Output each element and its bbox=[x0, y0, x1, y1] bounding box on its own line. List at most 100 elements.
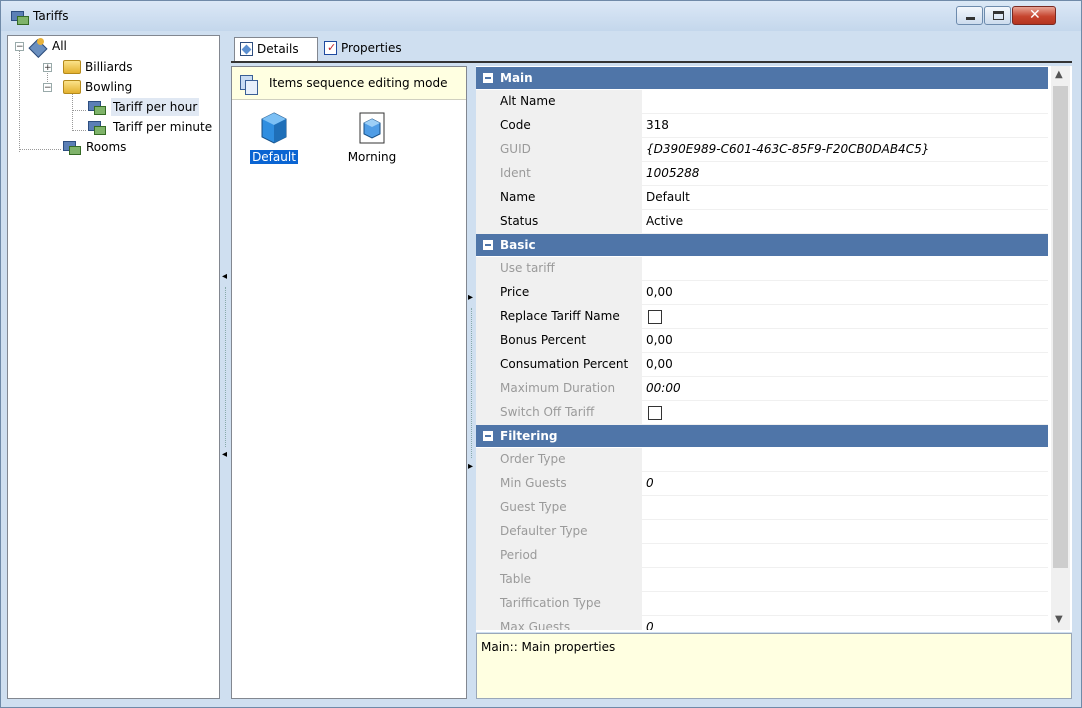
tree-item-all[interactable]: − All bbox=[8, 37, 208, 59]
property-name: Alt Name bbox=[476, 90, 642, 113]
property-value[interactable]: Default bbox=[646, 186, 690, 209]
collapse-icon[interactable] bbox=[483, 73, 493, 83]
item-default[interactable]: Default bbox=[239, 112, 309, 164]
property-name: Period bbox=[476, 544, 642, 567]
property-name: Maximum Duration bbox=[476, 377, 642, 400]
property-name: Table bbox=[476, 568, 642, 591]
property-value[interactable]: 318 bbox=[646, 114, 669, 137]
item-icon bbox=[261, 112, 287, 144]
collapse-right-icon[interactable]: ▸ bbox=[468, 461, 473, 472]
items-panel[interactable]: Items sequence editing mode Default Morn… bbox=[231, 66, 467, 699]
property-row[interactable]: Order Type bbox=[476, 448, 1048, 472]
minimize-button[interactable] bbox=[956, 6, 983, 25]
property-grid[interactable]: Main Alt Name Code 318 GUID {D390E989-C601… bbox=[476, 66, 1072, 632]
property-row[interactable]: Switch Off Tariff bbox=[476, 401, 1048, 425]
property-name: Max Guests bbox=[476, 616, 642, 630]
sequence-mode-bar[interactable]: Items sequence editing mode bbox=[232, 67, 466, 100]
close-button[interactable]: ✕ bbox=[1012, 6, 1056, 25]
property-row[interactable]: Status Active bbox=[476, 210, 1048, 234]
tariff-icon bbox=[88, 119, 106, 135]
property-name: Ident bbox=[476, 162, 642, 185]
property-name: Order Type bbox=[476, 448, 642, 471]
property-row[interactable]: Bonus Percent 0,00 bbox=[476, 329, 1048, 353]
property-row[interactable]: Use tariff bbox=[476, 257, 1048, 281]
item-morning[interactable]: Morning bbox=[337, 112, 407, 164]
title-bar[interactable]: Tariffs ✕ bbox=[1, 1, 1081, 31]
tab-divider bbox=[231, 61, 1072, 63]
tab-details[interactable]: Details bbox=[234, 37, 318, 61]
tree-item-billiards[interactable]: + Billiards bbox=[8, 58, 208, 76]
description-panel: Main:: Main properties bbox=[476, 633, 1072, 699]
property-value: 0 bbox=[646, 620, 654, 630]
property-row[interactable]: GUID {D390E989-C601-463C-85F9-F20CB0DAB4C… bbox=[476, 138, 1048, 162]
collapse-left-icon[interactable]: ◂ bbox=[222, 449, 227, 460]
property-row[interactable]: Defaulter Type bbox=[476, 520, 1048, 544]
scroll-up-icon[interactable]: ▲ bbox=[1055, 69, 1063, 80]
right-splitter[interactable]: ▸ ▸ bbox=[467, 66, 475, 699]
property-row[interactable]: Name Default bbox=[476, 186, 1048, 210]
property-row[interactable]: Price 0,00 bbox=[476, 281, 1048, 305]
scrollbar-thumb[interactable] bbox=[1053, 86, 1068, 568]
collapse-right-icon[interactable]: ▸ bbox=[468, 292, 473, 303]
property-name: Code bbox=[476, 114, 642, 137]
property-row[interactable]: Ident 1005288 bbox=[476, 162, 1048, 186]
property-value[interactable]: Active bbox=[646, 210, 683, 233]
property-value[interactable]: 0,00 bbox=[646, 353, 673, 376]
property-value[interactable]: 0,00 bbox=[646, 281, 673, 304]
properties-icon: ✓ bbox=[324, 41, 337, 55]
property-row[interactable]: Code 318 bbox=[476, 114, 1048, 138]
tariff-tree[interactable]: − All + Billiards − Bowling Tariff per h… bbox=[7, 35, 220, 699]
property-row[interactable]: Guest Type bbox=[476, 496, 1048, 520]
property-row[interactable]: Table bbox=[476, 568, 1048, 592]
property-value: 00:00 bbox=[646, 381, 681, 395]
category-main[interactable]: Main bbox=[476, 67, 1048, 89]
splitter-grip bbox=[225, 287, 226, 447]
tree-item-bowling[interactable]: − Bowling bbox=[8, 78, 208, 96]
tree-item-tariff-per-hour[interactable]: Tariff per hour bbox=[8, 98, 213, 116]
details-icon bbox=[240, 42, 253, 56]
left-splitter[interactable]: ◂ ◂ bbox=[221, 35, 230, 699]
property-value: 0 bbox=[646, 476, 654, 490]
category-label: Main bbox=[500, 71, 533, 85]
tariff-icon bbox=[63, 139, 81, 155]
sequence-mode-label: Items sequence editing mode bbox=[269, 76, 448, 90]
splitter-grip bbox=[471, 308, 472, 458]
expand-icon[interactable]: + bbox=[43, 63, 52, 73]
property-name: Consumation Percent bbox=[476, 353, 642, 376]
property-name: Switch Off Tariff bbox=[476, 401, 642, 424]
collapse-left-icon[interactable]: ◂ bbox=[222, 271, 227, 282]
property-name: Use tariff bbox=[476, 257, 642, 280]
tree-label: Tariff per minute bbox=[113, 120, 213, 134]
property-name: Guest Type bbox=[476, 496, 642, 519]
property-row[interactable]: Period bbox=[476, 544, 1048, 568]
property-row[interactable]: Tariffication Type bbox=[476, 592, 1048, 616]
collapse-icon[interactable] bbox=[483, 240, 493, 250]
property-row[interactable]: Replace Tariff Name bbox=[476, 305, 1048, 329]
vertical-scrollbar[interactable]: ▲ ▼ bbox=[1051, 66, 1070, 630]
property-row[interactable]: Alt Name bbox=[476, 90, 1048, 114]
switch-off-tariff-checkbox[interactable] bbox=[648, 406, 662, 420]
property-row[interactable]: Max Guests 0 bbox=[476, 616, 1048, 630]
property-row[interactable]: Consumation Percent 0,00 bbox=[476, 353, 1048, 377]
scroll-down-icon[interactable]: ▼ bbox=[1055, 614, 1063, 625]
maximize-button[interactable] bbox=[984, 6, 1011, 25]
collapse-icon[interactable] bbox=[483, 431, 493, 441]
tab-bar: Details ✓ Properties bbox=[231, 35, 1072, 62]
collapse-icon[interactable]: − bbox=[15, 42, 24, 52]
item-label: Default bbox=[250, 150, 298, 164]
property-name: Tariffication Type bbox=[476, 592, 642, 615]
tree-label: Tariff per hour bbox=[111, 98, 200, 116]
category-filtering[interactable]: Filtering bbox=[476, 425, 1048, 447]
tree-item-rooms[interactable]: Rooms bbox=[8, 138, 208, 156]
property-row[interactable]: Maximum Duration 00:00 bbox=[476, 377, 1048, 401]
replace-tariff-name-checkbox[interactable] bbox=[648, 310, 662, 324]
tab-properties[interactable]: ✓ Properties bbox=[319, 37, 419, 61]
collapse-icon[interactable]: − bbox=[43, 83, 52, 93]
tree-label: Billiards bbox=[85, 60, 133, 74]
category-basic[interactable]: Basic bbox=[476, 234, 1048, 256]
property-name: Replace Tariff Name bbox=[476, 305, 642, 328]
property-row[interactable]: Min Guests 0 bbox=[476, 472, 1048, 496]
property-value: {D390E989-C601-463C-85F9-F20CB0DAB4C5} bbox=[646, 142, 930, 156]
property-value[interactable]: 0,00 bbox=[646, 329, 673, 352]
tree-item-tariff-per-minute[interactable]: Tariff per minute bbox=[8, 118, 213, 136]
